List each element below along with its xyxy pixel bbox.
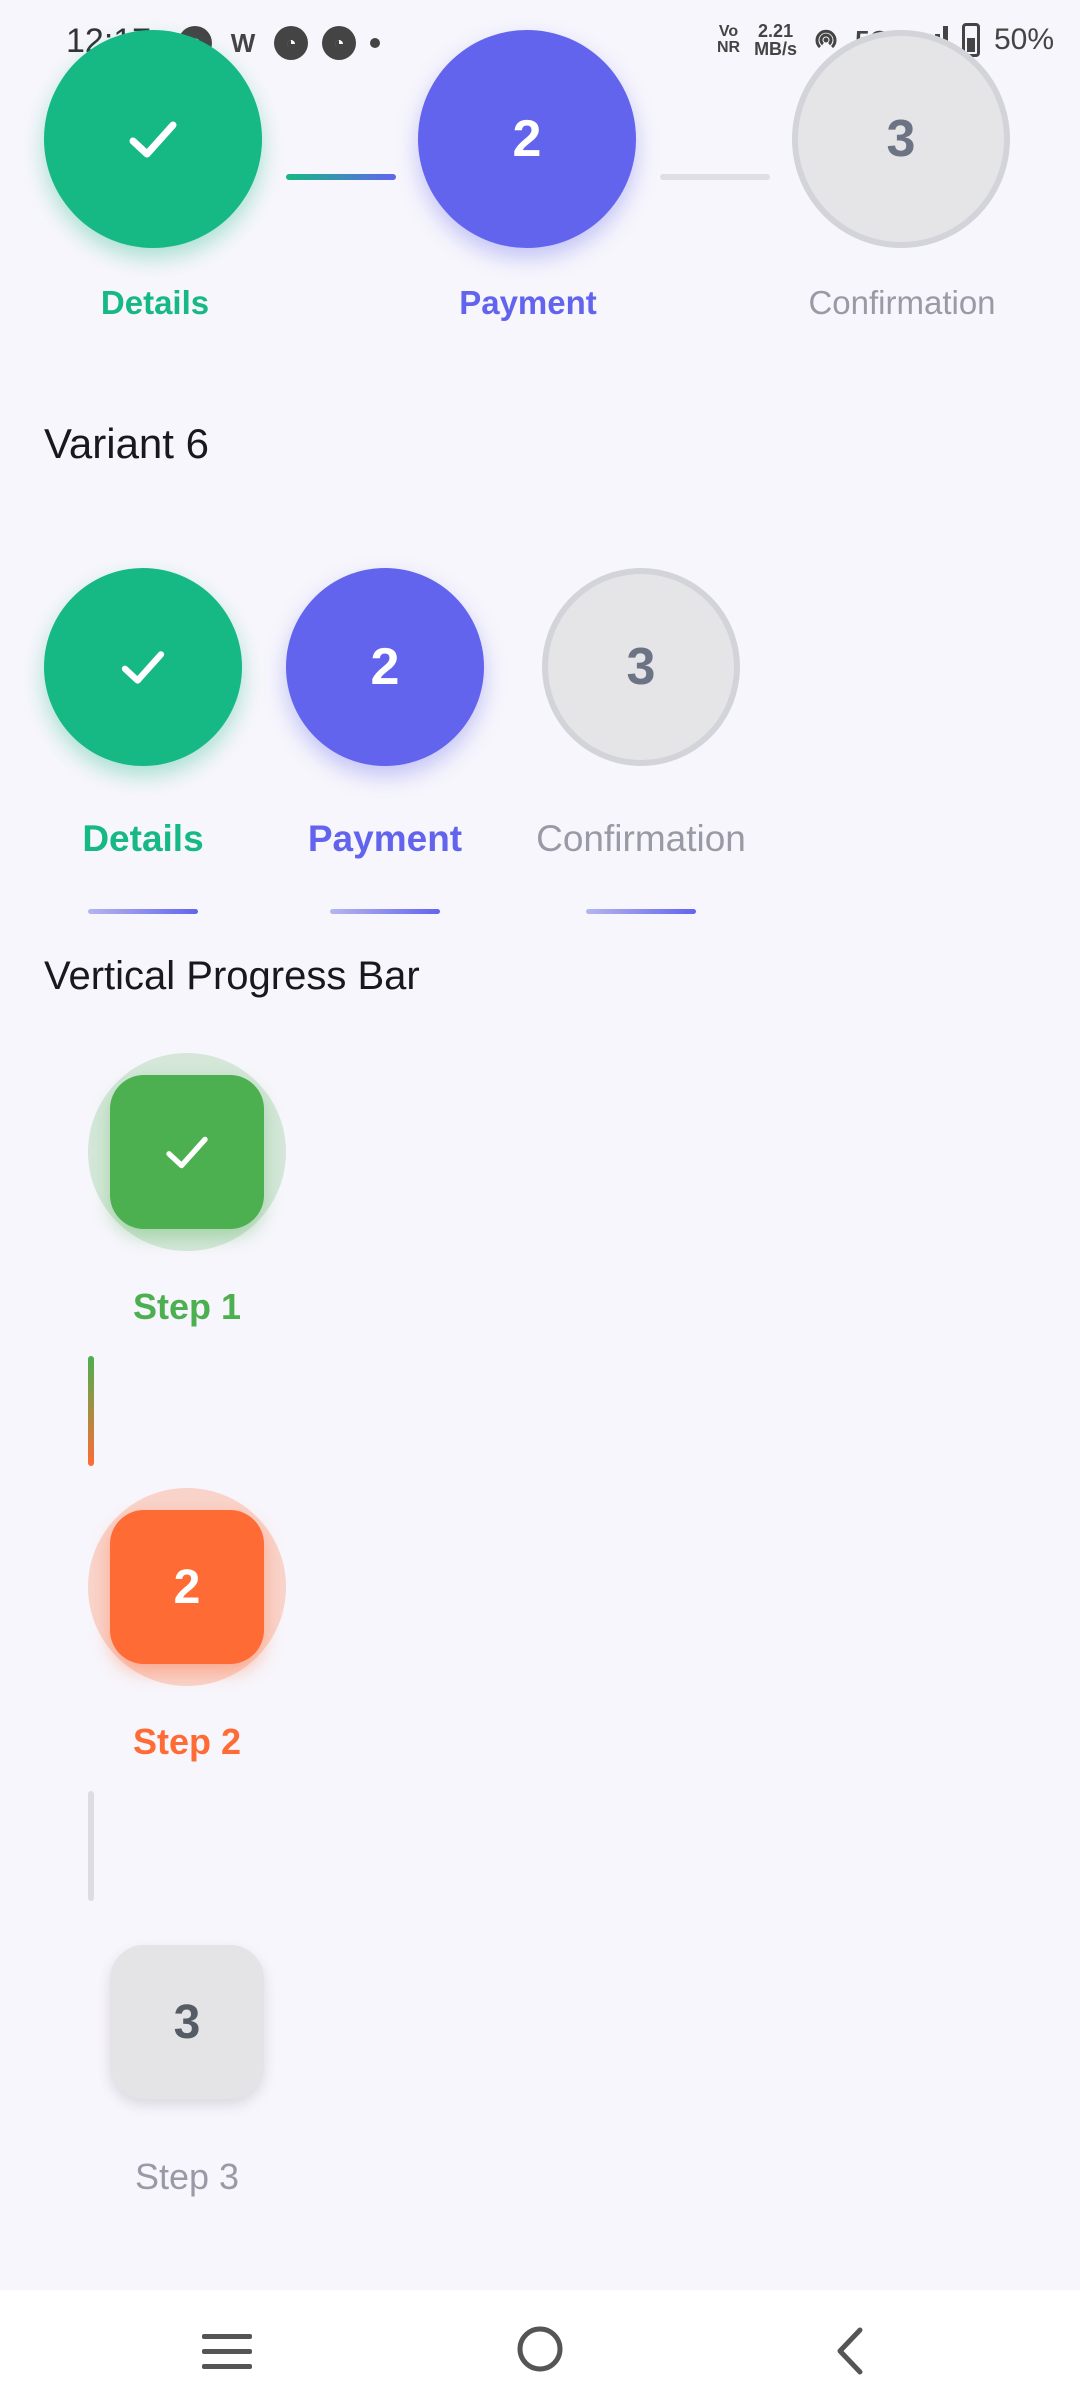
check-icon: [121, 651, 165, 684]
step-2-label: Step 2: [132, 1721, 242, 1762]
v6-step-confirmation-circle[interactable]: 3: [542, 568, 740, 766]
connector-done: [286, 174, 396, 180]
step-number: 3: [886, 110, 916, 168]
step-label-details: Details: [100, 284, 210, 321]
speed-value: 2.21: [758, 21, 794, 41]
v6-step-label-details: Details: [82, 818, 204, 859]
step-number: 2: [512, 110, 542, 168]
step-number: 2: [370, 638, 400, 696]
step-number: 3: [173, 1995, 201, 2049]
menu-icon[interactable]: [200, 2330, 254, 2374]
step-number: 3: [626, 638, 656, 696]
vonr-indicator: Vo NR: [717, 24, 740, 56]
system-nav-bar: [0, 2290, 1080, 2408]
step-2-square[interactable]: 2: [110, 1510, 264, 1664]
more-notifications-dot: [370, 38, 380, 48]
step-1-connector: [88, 1356, 94, 1466]
gauge-icon-2: ◔: [322, 26, 356, 60]
step-payment-circle[interactable]: 2: [418, 30, 636, 248]
v6-underline-payment: [330, 909, 440, 914]
variant-6-title: Variant 6: [44, 420, 209, 467]
step-1-square[interactable]: [110, 1075, 264, 1229]
step-2-connector: [88, 1791, 94, 1901]
vonr-bottom: NR: [716, 39, 741, 56]
v6-step-label-payment: Payment: [307, 818, 463, 859]
connector-pending: [660, 174, 770, 180]
speed-unit: MB/s: [754, 39, 798, 59]
step-details-circle[interactable]: [44, 30, 262, 248]
step-label-payment: Payment: [459, 284, 597, 321]
check-icon: [129, 121, 177, 158]
step-3-label: Step 3: [134, 2156, 240, 2197]
w-notification-icon: W: [230, 27, 256, 58]
back-icon[interactable]: [830, 2326, 870, 2376]
vertical-progress-title: Vertical Progress Bar: [44, 954, 420, 998]
v6-step-label-confirmation: Confirmation: [536, 818, 746, 859]
step-number: 2: [173, 1560, 201, 1614]
gauge-icon: ◔: [274, 26, 308, 60]
step-3-square[interactable]: 3: [110, 1945, 264, 2099]
v6-step-payment-circle[interactable]: 2: [286, 568, 484, 766]
network-speed: 2.21 MB/s: [754, 22, 797, 58]
v6-underline-details: [88, 909, 198, 914]
check-icon: [166, 1136, 208, 1169]
battery-percent: 50%: [993, 23, 1054, 56]
home-icon[interactable]: [515, 2324, 565, 2374]
vonr-top: Vo: [718, 23, 739, 40]
v6-step-details-circle[interactable]: [44, 568, 242, 766]
step-1-label: Step 1: [132, 1286, 242, 1327]
v6-underline-confirmation: [586, 909, 696, 914]
step-confirmation-circle[interactable]: 3: [792, 30, 1010, 248]
step-label-confirmation: Confirmation: [808, 284, 996, 321]
